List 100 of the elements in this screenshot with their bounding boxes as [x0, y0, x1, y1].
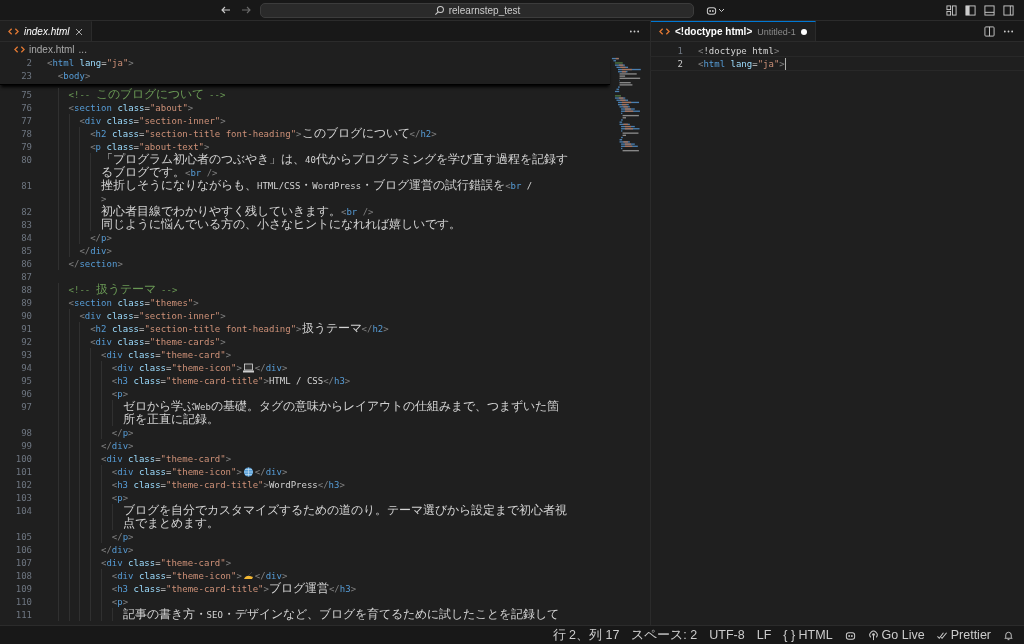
back-arrow-icon[interactable] — [220, 4, 232, 16]
code-line: <div class="theme-cards"> — [90, 336, 226, 347]
robot-icon[interactable] — [844, 629, 856, 641]
line-number: 99 — [20, 440, 32, 451]
status-item[interactable]: UTF-8 — [709, 628, 745, 642]
line-number: 108 — [14, 570, 32, 581]
right-panel-icon[interactable] — [1003, 4, 1014, 16]
line-number: 82 — [20, 206, 32, 217]
close-icon[interactable] — [74, 27, 83, 36]
go-live-button[interactable]: Go Live — [867, 628, 925, 642]
code-line: <div class="theme-card"> — [101, 557, 232, 568]
prettier-button[interactable]: Prettier — [936, 628, 991, 642]
code-line: </div> — [79, 245, 112, 256]
bell-icon[interactable] — [1003, 629, 1014, 641]
html-file-icon — [659, 26, 670, 37]
code-line: るブログです。<br /> — [101, 165, 218, 179]
code-line: <section class="about"> — [68, 102, 194, 113]
code-line: <h3 class="theme-card-title">HTML / CSS</h3> — [111, 375, 351, 386]
code-line: ゼロから学ぶWebの基礎。タグの意味からレイアウトの仕組みまで、つまずいた箇 — [122, 399, 559, 413]
code-line: <div class="theme-card"> — [101, 453, 232, 464]
code-line: <p> — [111, 492, 129, 503]
line-number: 109 — [14, 583, 32, 594]
line-number: 80 — [20, 154, 32, 165]
code-line: <p> — [111, 596, 129, 607]
forward-arrow-icon[interactable] — [240, 4, 252, 16]
code-line: <div class="theme-icon"> — [111, 362, 242, 373]
code-line: <p> — [111, 388, 129, 399]
code-line: <h3 class="theme-card-title">WordPress</h3> — [111, 479, 345, 490]
code-line: </p> — [111, 531, 134, 542]
line-number: 96 — [20, 388, 32, 399]
code-line: <h3 class="theme-card-title">ブログ運営</h3> — [111, 581, 357, 596]
line-number: 102 — [14, 479, 32, 490]
code-line: </p> — [111, 427, 134, 438]
line-number: 97 — [20, 401, 32, 412]
text-cursor — [784, 57, 786, 70]
left-panel-icon[interactable] — [965, 4, 976, 16]
line-number: 94 — [20, 362, 32, 373]
line-number: 92 — [20, 336, 32, 347]
line-number: 87 — [20, 271, 32, 282]
line-number: 85 — [20, 245, 32, 256]
code-line: 「プログラム初心者のつぶやき」は、40代からプログラミングを学び直す過程を記録す — [101, 152, 568, 166]
line-number: 101 — [14, 466, 32, 477]
search-icon — [433, 4, 445, 16]
code-line: </div> — [254, 362, 288, 373]
html-file-icon — [8, 26, 19, 37]
laptop-icon — [242, 362, 254, 373]
robot-icon[interactable] — [706, 4, 717, 16]
line-number: 95 — [20, 375, 32, 386]
code-line: </div> — [101, 440, 134, 451]
code-line: <div class="section-inner"> — [79, 310, 226, 321]
line-number: 98 — [20, 427, 32, 438]
code-line: <div class="theme-icon"> — [111, 466, 242, 477]
code-line: <div class="theme-card"> — [101, 349, 232, 360]
code-line: <!-- 扱うテーマ --> — [68, 282, 178, 297]
line-number: 75 — [20, 89, 32, 100]
line-number: 100 — [14, 453, 32, 464]
code-line: <!doctype html> — [698, 45, 780, 56]
line-number: 88 — [20, 284, 32, 295]
code-line: 記事の書き方・SEO・デザインなど、ブログを育てるために試したことを記録して — [122, 607, 559, 622]
editor-tab[interactable]: <!doctype html> Untitled-1 — [651, 21, 816, 41]
split-editor-icon[interactable] — [984, 25, 995, 37]
breadcrumb-item[interactable]: index.html — [29, 43, 75, 55]
line-number: 76 — [20, 102, 32, 113]
code-line: > — [101, 193, 107, 204]
breadcrumb-item[interactable]: ... — [78, 43, 87, 55]
status-item[interactable]: 行 2、列 17 — [552, 626, 620, 644]
code-line: </p> — [90, 232, 112, 243]
line-number: 89 — [20, 297, 32, 308]
code-line: <p class="about-text"> — [90, 141, 210, 152]
code-line: <div class="section-inner"> — [79, 115, 226, 126]
code-line: <section class="themes"> — [68, 297, 199, 308]
line-number: 2 — [25, 57, 32, 68]
code-line: 同じように悩んでいる方の、小さなヒントになれれば嬉しいです。 — [101, 217, 461, 232]
line-number: 23 — [20, 70, 32, 81]
code-line: 点でまとめます。 — [122, 516, 219, 531]
code-line: <html lang="ja"> — [47, 57, 134, 68]
line-number: 93 — [20, 349, 32, 360]
line-number: 104 — [14, 505, 32, 516]
code-line: </div> — [254, 570, 288, 581]
line-number: 103 — [14, 492, 32, 503]
line-number: 107 — [14, 557, 32, 568]
line-number: 79 — [20, 141, 32, 152]
line-number: 110 — [14, 596, 32, 607]
status-item[interactable]: スペース: 2 — [631, 626, 698, 644]
line-number: 105 — [14, 531, 32, 542]
code-line: </section> — [68, 258, 123, 269]
status-item[interactable]: { } HTML — [783, 628, 833, 642]
line-number: 2 — [676, 58, 683, 69]
line-number: 81 — [20, 180, 32, 191]
tab-label: index.html — [24, 26, 70, 37]
bottom-panel-icon[interactable] — [984, 4, 995, 16]
code-line: <div class="theme-icon"> — [111, 570, 242, 581]
status-item[interactable]: LF — [756, 628, 772, 642]
editor-tab[interactable]: index.html — [0, 21, 92, 41]
tab-label: <!doctype html> — [675, 26, 753, 37]
layout-icon[interactable] — [946, 4, 957, 16]
search-field[interactable]: relearnstep_test — [260, 2, 694, 18]
line-number: 86 — [20, 258, 32, 269]
code-line: </div> — [254, 466, 288, 477]
code-line: <h2 class="section-title font-heading">扱うテーマ</h2> — [90, 321, 389, 336]
